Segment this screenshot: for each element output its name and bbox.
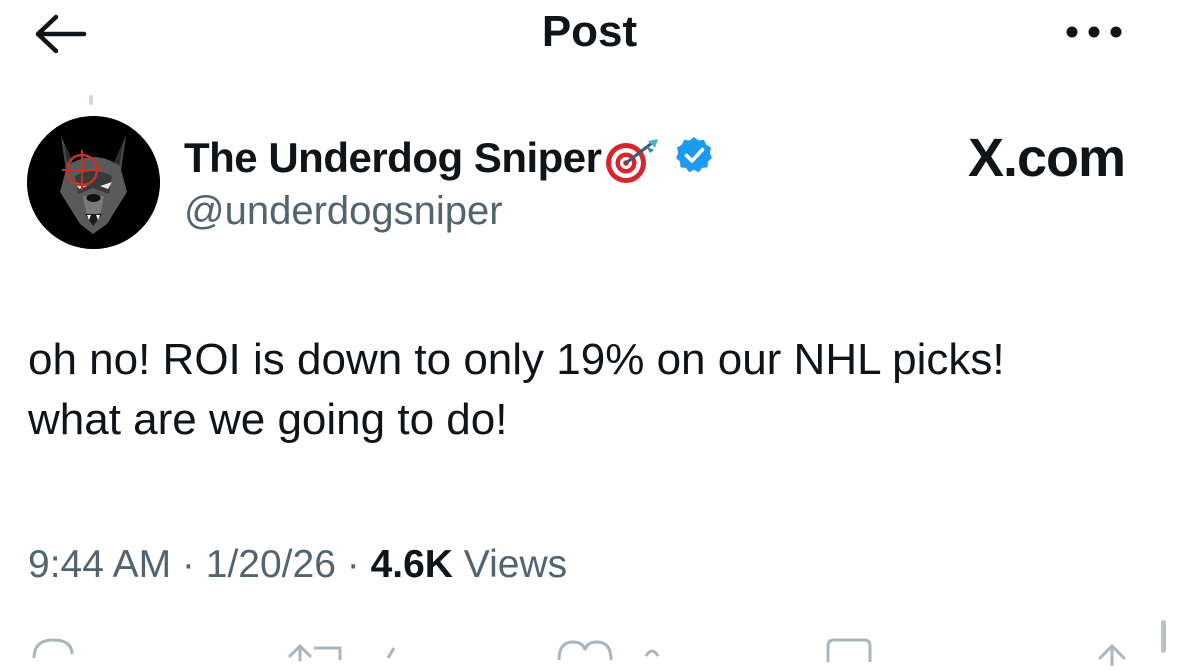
wolf-avatar-icon [27,116,160,249]
views-count[interactable]: 4.6K [371,543,453,586]
scrollbar-thumb[interactable] [1161,620,1166,653]
like-count [642,636,662,666]
repost-button[interactable] [284,636,354,666]
verified-badge-icon[interactable] [674,135,714,175]
post-date[interactable]: 1/20/26 [206,543,336,586]
share-icon [1098,643,1126,668]
views-label: Views [463,543,568,586]
more-options-button[interactable] [1062,18,1126,46]
page-title: Post [541,7,638,56]
repost-count [384,636,400,666]
repost-icon [288,643,342,662]
avatar[interactable] [27,116,160,249]
author-display-name[interactable]: The Underdog Sniper [184,134,602,182]
bookmark-button[interactable] [822,636,876,666]
target-dart-icon [604,137,660,185]
reply-icon [32,638,74,659]
reply-button[interactable] [28,636,78,666]
more-horizontal-icon [1066,26,1122,38]
post-text: oh no! ROI is down to only 19% on our NH… [28,335,1005,444]
thread-connector-line [89,95,93,105]
like-icon [557,640,613,661]
meta-separator: · [171,543,206,586]
bookmark-icon [826,638,872,662]
post-time[interactable]: 9:44 AM [28,543,171,586]
author-handle[interactable]: @underdogsniper [184,188,503,234]
source-label: X.com [967,128,1126,188]
action-bar [0,630,1179,668]
share-button[interactable] [1092,636,1132,668]
like-button[interactable] [555,636,615,666]
post-meta: 9:44 AM · 1/20/26 · 4.6K Views [28,540,567,590]
meta-separator: · [335,543,371,586]
